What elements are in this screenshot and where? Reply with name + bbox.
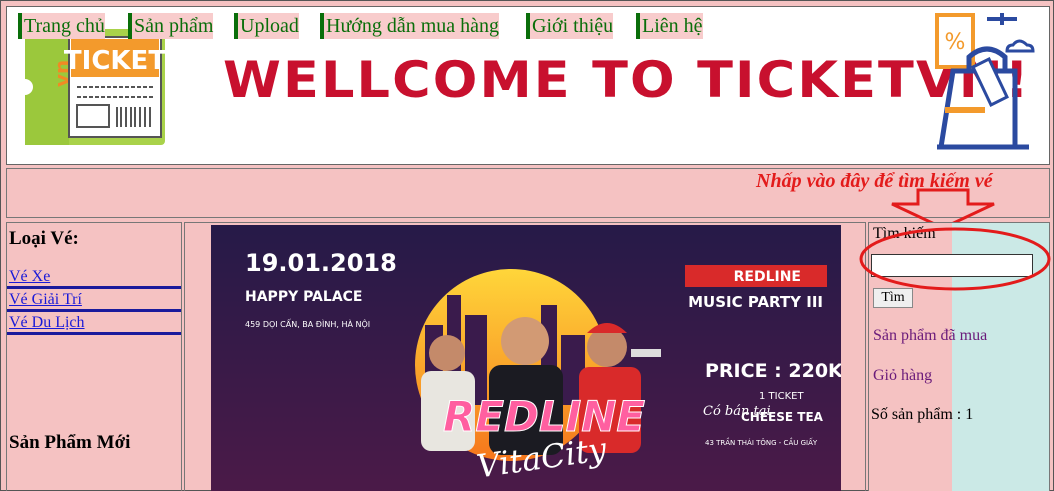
cart-count: Số sản phẩm : 1: [871, 406, 974, 423]
highlight-circle: [859, 227, 1051, 291]
category-link-bus[interactable]: Vé Xe: [7, 267, 181, 289]
svg-text:%: %: [945, 30, 966, 55]
poster-logo-top: REDLINE: [443, 392, 645, 441]
poster-event: MUSIC PARTY III: [688, 293, 823, 311]
poster-ticket-count: 1 TICKET: [759, 391, 804, 402]
welcome-title: WELLCOME TO TICKETVN!: [223, 51, 1031, 109]
poster-badge: REDLINE: [734, 269, 801, 285]
nav-upload[interactable]: Upload: [234, 13, 299, 39]
poster-shop: CHEESE TEA: [741, 410, 824, 424]
poster-shop-address: 43 TRẦN THÁI TÔNG - CẦU GIẤY: [705, 437, 818, 447]
category-link-travel[interactable]: Vé Du Lịch: [7, 313, 181, 335]
poster-price: PRICE : 220K: [705, 360, 841, 382]
event-poster[interactable]: 19.01.2018 HAPPY PALACE 459 DỌI CẤN, BA …: [211, 225, 841, 491]
category-sidebar: Loại Vé: Vé Xe Vé Giải Trí Vé Du Lịch Sả…: [6, 222, 182, 491]
nav-buying-guide[interactable]: Hướng dẫn mua hàng: [320, 13, 500, 39]
poster-date: 19.01.2018: [245, 249, 397, 277]
new-products-title: Sản Phẩm Mới: [9, 432, 131, 453]
logo-text: TICKET: [64, 46, 166, 76]
nav-about[interactable]: Giới thiệu: [526, 13, 614, 39]
nav-home[interactable]: Trang chủ: [18, 13, 105, 39]
category-title: Loại Vé:: [9, 228, 79, 249]
cart-link[interactable]: Giỏ hàng: [873, 367, 932, 385]
poster-venue: HAPPY PALACE: [245, 289, 363, 305]
nav-contact[interactable]: Liên hệ: [636, 13, 703, 39]
purchased-products-link[interactable]: Sản phẩm đã mua: [873, 327, 987, 345]
poster-address: 459 DỌI CẤN, BA ĐÌNH, HÀ NỘI: [245, 318, 370, 329]
nav-products[interactable]: Sản phẩm: [128, 13, 214, 39]
category-link-entertainment[interactable]: Vé Giải Trí: [7, 290, 181, 312]
ticket-logo: vn TICKET: [23, 29, 166, 145]
shopping-bag-icon: %: [935, 13, 1035, 150]
main-content: 19.01.2018 HAPPY PALACE 459 DỌI CẤN, BA …: [184, 222, 866, 491]
